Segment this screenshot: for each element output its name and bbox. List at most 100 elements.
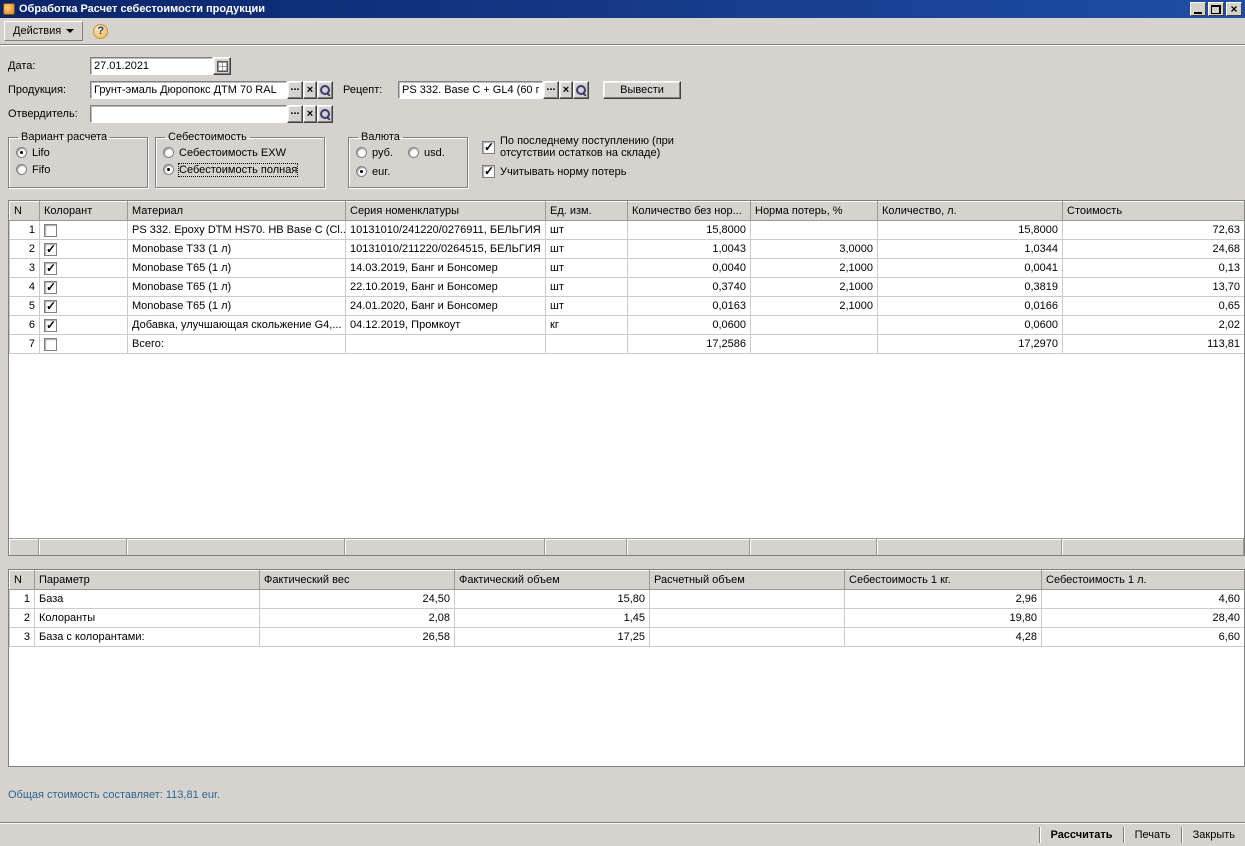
recipe-choose-button[interactable]	[543, 81, 559, 99]
cell-actual-weight[interactable]: 24,50	[260, 590, 455, 609]
radio-option-rub[interactable]: руб.	[356, 144, 408, 161]
radio-option-cost-exw[interactable]: Себестоимость EXW	[163, 144, 317, 161]
colorant-checkbox[interactable]	[44, 224, 57, 237]
colorant-checkbox[interactable]	[44, 281, 57, 294]
output-button[interactable]: Вывести	[603, 81, 681, 99]
cell-cost-per-liter[interactable]: 6,60	[1042, 628, 1245, 647]
cell-series[interactable]: 14.03.2019, Банг и Бонсомер	[346, 259, 546, 278]
cell-unit[interactable]	[546, 335, 628, 354]
hardener-choose-button[interactable]	[287, 105, 303, 123]
product-choose-button[interactable]	[287, 81, 303, 99]
cell-n[interactable]: 2	[10, 240, 40, 259]
radio-option-lifo[interactable]: Lifo	[16, 144, 140, 161]
materials-row[interactable]: 6Добавка, улучшающая скольжение G4,...04…	[10, 316, 1245, 335]
cell-n[interactable]: 7	[10, 335, 40, 354]
materials-row[interactable]: 3Monobase T65 (1 л)14.03.2019, Банг и Бо…	[10, 259, 1245, 278]
recipe-clear-button[interactable]	[559, 81, 573, 99]
cell-loss-rate[interactable]: 2,1000	[751, 278, 878, 297]
cell-material[interactable]: Добавка, улучшающая скольжение G4,...	[128, 316, 346, 335]
cell-actual-weight[interactable]: 26,58	[260, 628, 455, 647]
cell-qty-liters[interactable]: 1,0344	[878, 240, 1063, 259]
cell-qty-liters[interactable]: 15,8000	[878, 221, 1063, 240]
cell-material[interactable]: Всего:	[128, 335, 346, 354]
cell-colorant[interactable]	[40, 297, 128, 316]
cell-parameter[interactable]: Колоранты	[35, 609, 260, 628]
column-header-loss-rate[interactable]: Норма потерь, %	[751, 202, 878, 221]
colorant-checkbox[interactable]	[44, 338, 57, 351]
calendar-button[interactable]	[213, 57, 231, 75]
cell-unit[interactable]: шт	[546, 297, 628, 316]
column-header-cost-per-liter[interactable]: Себестоимость 1 л.	[1042, 571, 1245, 590]
column-header-unit[interactable]: Ед. изм.	[546, 202, 628, 221]
column-header-colorant[interactable]: Колорант	[40, 202, 128, 221]
recipe-search-button[interactable]	[573, 81, 589, 99]
column-header-material[interactable]: Материал	[128, 202, 346, 221]
colorant-checkbox[interactable]	[44, 319, 57, 332]
column-header-n[interactable]: N	[10, 202, 40, 221]
cell-loss-rate[interactable]	[751, 335, 878, 354]
cell-qty-gross[interactable]: 0,0040	[628, 259, 751, 278]
cell-qty-gross[interactable]: 0,0163	[628, 297, 751, 316]
cell-qty-gross[interactable]: 1,0043	[628, 240, 751, 259]
restore-button[interactable]	[1208, 2, 1224, 16]
cell-colorant[interactable]	[40, 316, 128, 335]
radio-option-eur[interactable]: eur.	[356, 163, 408, 180]
cell-loss-rate[interactable]	[751, 221, 878, 240]
cell-series[interactable]: 04.12.2019, Промкоут	[346, 316, 546, 335]
colorant-checkbox[interactable]	[44, 300, 57, 313]
cell-loss-rate[interactable]: 3,0000	[751, 240, 878, 259]
cell-material[interactable]: Monobase T33 (1 л)	[128, 240, 346, 259]
cell-n[interactable]: 1	[10, 590, 35, 609]
actions-menu-button[interactable]: Действия	[4, 21, 83, 41]
hardener-clear-button[interactable]	[303, 105, 317, 123]
cell-cost[interactable]: 13,70	[1063, 278, 1245, 297]
cell-qty-gross[interactable]: 0,3740	[628, 278, 751, 297]
cell-qty-gross[interactable]: 17,2586	[628, 335, 751, 354]
column-header-actual-volume[interactable]: Фактический объем	[455, 571, 650, 590]
cell-actual-weight[interactable]: 2,08	[260, 609, 455, 628]
cell-cost[interactable]: 2,02	[1063, 316, 1245, 335]
cell-series[interactable]: 10131010/211220/0264515, БЕЛЬГИЯ	[346, 240, 546, 259]
cell-calc-volume[interactable]	[650, 590, 845, 609]
cell-material[interactable]: PS 332. Epoxy DTM HS70. HB Base C (Cl...	[128, 221, 346, 240]
column-header-parameter[interactable]: Параметр	[35, 571, 260, 590]
cell-actual-volume[interactable]: 1,45	[455, 609, 650, 628]
cell-unit[interactable]: шт	[546, 221, 628, 240]
cell-actual-volume[interactable]: 17,25	[455, 628, 650, 647]
cell-unit[interactable]: шт	[546, 240, 628, 259]
column-header-actual-weight[interactable]: Фактический вес	[260, 571, 455, 590]
summary-row[interactable]: 3База с колорантами:26,5817,254,286,60	[10, 628, 1245, 647]
cell-qty-liters[interactable]: 0,0600	[878, 316, 1063, 335]
radio-option-cost-full[interactable]: Себестоимость полная	[163, 161, 317, 178]
cell-colorant[interactable]	[40, 259, 128, 278]
column-header-n[interactable]: N	[10, 571, 35, 590]
close-button[interactable]: ×	[1226, 2, 1242, 16]
cell-cost-per-kg[interactable]: 4,28	[845, 628, 1042, 647]
cell-material[interactable]: Monobase T65 (1 л)	[128, 297, 346, 316]
cell-series[interactable]: 10131010/241220/0276911, БЕЛЬГИЯ	[346, 221, 546, 240]
cell-loss-rate[interactable]: 2,1000	[751, 297, 878, 316]
column-header-cost[interactable]: Стоимость	[1063, 202, 1245, 221]
cell-cost[interactable]: 0,13	[1063, 259, 1245, 278]
cell-colorant[interactable]	[40, 240, 128, 259]
cell-qty-gross[interactable]: 15,8000	[628, 221, 751, 240]
cell-cost[interactable]: 72,63	[1063, 221, 1245, 240]
column-header-cost-per-kg[interactable]: Себестоимость 1 кг.	[845, 571, 1042, 590]
materials-row[interactable]: 5Monobase T65 (1 л)24.01.2020, Банг и Бо…	[10, 297, 1245, 316]
cell-cost-per-liter[interactable]: 4,60	[1042, 590, 1245, 609]
materials-row[interactable]: 1 PS 332. Epoxy DTM HS70. HB Base C (Cl..…	[10, 221, 1245, 240]
cell-n[interactable]: 3	[10, 259, 40, 278]
recipe-input[interactable]	[398, 81, 543, 99]
calculate-button[interactable]: Рассчитать	[1045, 829, 1119, 841]
column-header-qty-liters[interactable]: Количество, л.	[878, 202, 1063, 221]
cell-actual-volume[interactable]: 15,80	[455, 590, 650, 609]
column-header-calc-volume[interactable]: Расчетный объем	[650, 571, 845, 590]
print-button[interactable]: Печать	[1129, 829, 1177, 841]
cell-loss-rate[interactable]: 2,1000	[751, 259, 878, 278]
cell-series[interactable]: 24.01.2020, Банг и Бонсомер	[346, 297, 546, 316]
cell-parameter[interactable]: База	[35, 590, 260, 609]
cell-qty-gross[interactable]: 0,0600	[628, 316, 751, 335]
cell-n[interactable]: 1	[10, 221, 40, 240]
product-input[interactable]	[90, 81, 287, 99]
cell-qty-liters[interactable]: 0,0041	[878, 259, 1063, 278]
